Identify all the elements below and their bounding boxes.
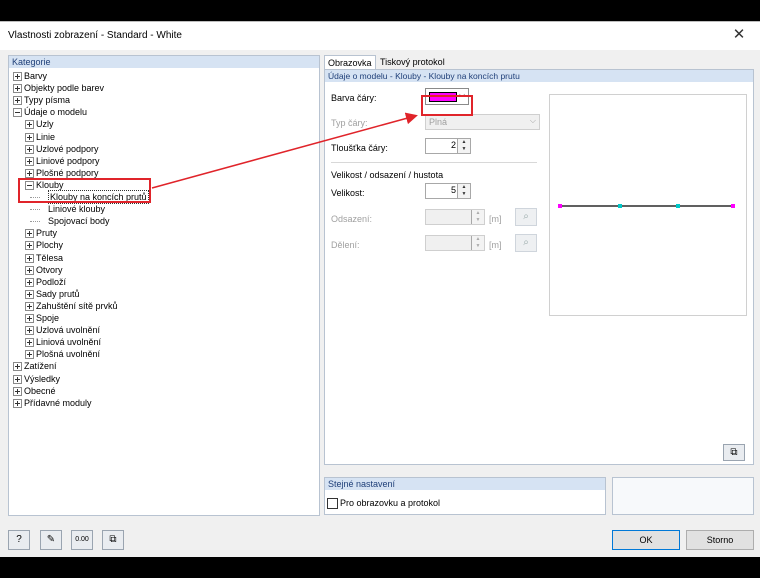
annotation-arrow: [151, 112, 418, 189]
